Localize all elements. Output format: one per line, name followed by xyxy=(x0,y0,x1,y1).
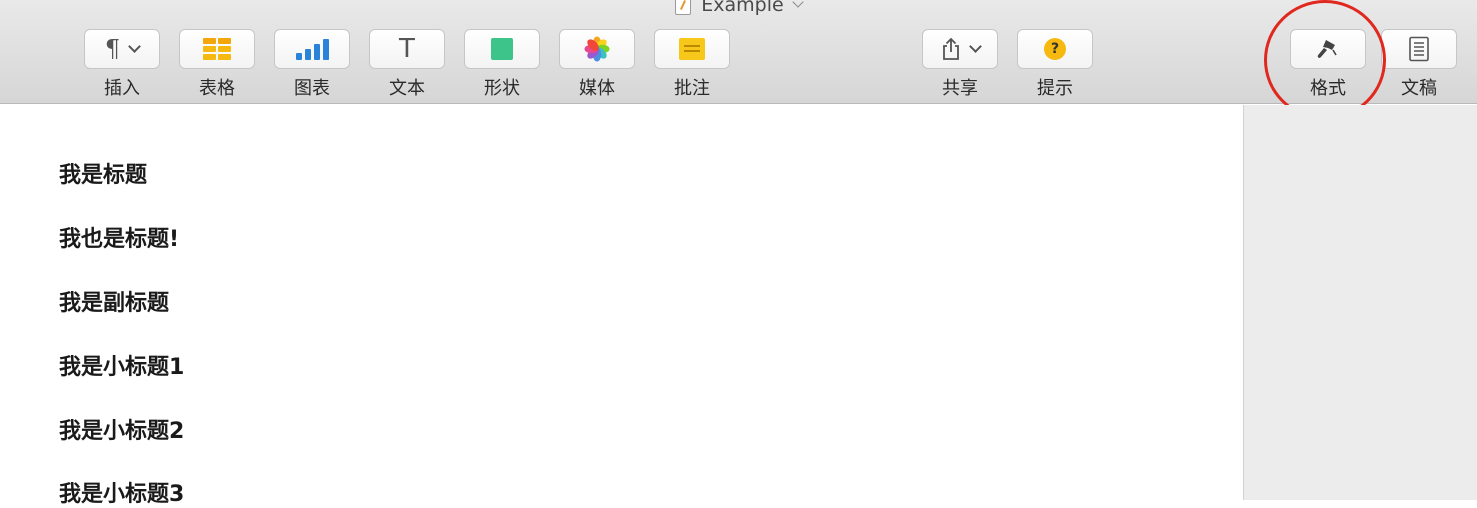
document-line-heading-2[interactable]: 我是小标题2 xyxy=(59,413,184,445)
shape-label: 形状 xyxy=(484,78,520,99)
tips-tool: ? 提示 xyxy=(1017,29,1095,101)
table-tool: 表格 xyxy=(179,29,257,101)
insert-label: 插入 xyxy=(104,78,140,99)
shape-button[interactable] xyxy=(464,29,540,69)
chevron-down-icon xyxy=(968,40,982,53)
document-line-heading-3[interactable]: 我是小标题3 xyxy=(59,476,184,508)
chart-icon xyxy=(295,38,329,60)
share-label: 共享 xyxy=(942,78,978,99)
format-sidebar xyxy=(1243,105,1477,500)
format-label: 格式 xyxy=(1310,78,1346,99)
share-tool: 共享 xyxy=(922,29,1000,101)
media-tool: 媒体 xyxy=(559,29,637,101)
chevron-down-icon xyxy=(128,40,142,53)
document-canvas[interactable]: 我是标题 我也是标题! 我是副标题 我是小标题1 我是小标题2 我是小标题3 xyxy=(0,105,1243,507)
media-button[interactable] xyxy=(559,29,635,69)
document-button[interactable] xyxy=(1381,29,1457,69)
document-tool: 文稿 xyxy=(1381,29,1459,101)
share-button[interactable] xyxy=(922,29,998,69)
tips-label: 提示 xyxy=(1037,78,1073,99)
pilcrow-icon: ¶ xyxy=(104,35,121,63)
photos-icon xyxy=(584,36,610,62)
media-label: 媒体 xyxy=(579,78,615,99)
comment-button[interactable] xyxy=(654,29,730,69)
window-title[interactable]: Example xyxy=(675,0,804,16)
window-title-bar: Example xyxy=(0,0,1477,20)
share-icon xyxy=(942,37,959,60)
format-button[interactable] xyxy=(1290,29,1366,69)
table-label: 表格 xyxy=(199,78,235,99)
format-tool: 格式 xyxy=(1290,29,1368,101)
tips-button[interactable]: ? xyxy=(1017,29,1093,69)
shape-tool: 形状 xyxy=(464,29,542,101)
document-line-heading-1[interactable]: 我是小标题1 xyxy=(59,349,184,381)
text-tool: T 文本 xyxy=(369,29,447,101)
paintbrush-icon xyxy=(1317,40,1337,58)
chart-label: 图表 xyxy=(294,78,330,99)
shape-icon xyxy=(491,38,513,60)
window-title-text: Example xyxy=(701,0,784,16)
comment-label: 批注 xyxy=(674,78,710,99)
document-label: 文稿 xyxy=(1401,78,1437,99)
text-label: 文本 xyxy=(389,78,425,99)
document-line-title-2[interactable]: 我也是标题! xyxy=(59,221,179,253)
chart-tool: 图表 xyxy=(274,29,352,101)
insert-button[interactable]: ¶ xyxy=(84,29,160,69)
note-icon xyxy=(679,38,705,60)
help-icon: ? xyxy=(1044,38,1066,60)
document-line-title[interactable]: 我是标题 xyxy=(59,157,147,189)
document-icon xyxy=(1409,36,1429,62)
text-icon: T xyxy=(399,34,415,64)
text-button[interactable]: T xyxy=(369,29,445,69)
table-icon xyxy=(203,38,231,60)
comment-tool: 批注 xyxy=(654,29,732,101)
chevron-down-icon xyxy=(792,0,804,8)
pages-document-icon xyxy=(675,0,692,15)
toolbar: Example ¶ 插入 表格 图表 T 文本 形状 媒体 批注 共享 ? 提示… xyxy=(0,0,1477,104)
table-button[interactable] xyxy=(179,29,255,69)
insert-tool: ¶ 插入 xyxy=(84,29,162,101)
chart-button[interactable] xyxy=(274,29,350,69)
document-line-subtitle[interactable]: 我是副标题 xyxy=(59,285,169,317)
